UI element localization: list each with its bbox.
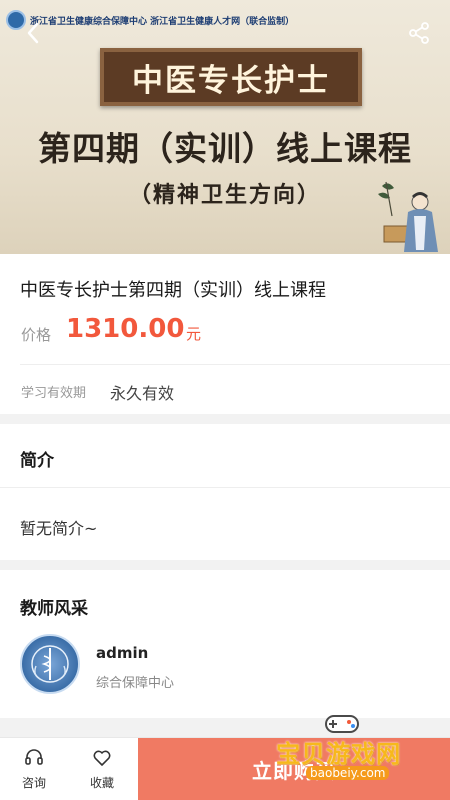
course-banner: 浙江省卫生健康综合保障中心 浙江省卫生健康人才网（联合监制） 中医专长护士 第四… — [0, 0, 450, 254]
org-text: 浙江省卫生健康综合保障中心 浙江省卫生健康人才网（联合监制） — [30, 16, 295, 27]
course-title: 中医专长护士第四期（实训）线上课程 — [20, 280, 326, 301]
teacher-name[interactable]: admin — [96, 644, 148, 662]
consult-button[interactable]: 咨询 — [0, 738, 68, 800]
scholar-illustration — [378, 181, 438, 252]
divider — [20, 364, 450, 365]
heart-icon — [93, 750, 111, 766]
org-strip: 浙江省卫生健康综合保障中心 浙江省卫生健康人才网（联合监制） — [6, 10, 294, 30]
validity-value: 永久有效 — [110, 384, 175, 403]
chevron-left-icon — [27, 22, 39, 44]
price-unit: 元 — [186, 325, 202, 343]
price-label: 价格 — [21, 326, 52, 344]
banner-headline: 第四期（实训）线上课程 — [38, 129, 412, 168]
org-logo — [6, 10, 26, 30]
intro-heading: 简介 — [20, 451, 54, 471]
banner-board-title: 中医专长护士 — [132, 62, 330, 99]
back-button[interactable] — [26, 22, 40, 49]
buy-now-button[interactable]: 立即购买 — [138, 738, 450, 800]
intro-section: 简介 暂无简介~ — [0, 424, 450, 560]
banner-title-board: 中医专长护士 — [100, 48, 362, 106]
teachers-heading: 教师风采 — [20, 599, 88, 619]
teachers-section: 教师风采 admin 综合保障中心 — [0, 570, 450, 718]
teacher-avatar[interactable] — [20, 634, 80, 694]
bottom-action-bar: 咨询 收藏 立即购买 — [0, 737, 450, 800]
headset-icon — [25, 749, 43, 765]
validity-label: 学习有效期 — [21, 386, 87, 401]
emblem-icon — [31, 645, 69, 683]
intro-text: 暂无简介~ — [20, 519, 98, 538]
favorite-button[interactable]: 收藏 — [68, 738, 136, 800]
buy-now-label: 立即购买 — [252, 759, 336, 783]
course-info-card: 中医专长护士第四期（实训）线上课程 价格 1310.00 元 学习有效期 永久有… — [0, 254, 450, 414]
favorite-label: 收藏 — [89, 776, 114, 790]
teacher-org: 综合保障中心 — [96, 676, 175, 691]
divider — [0, 487, 450, 488]
price-value: 1310.00 — [66, 314, 185, 344]
consult-label: 咨询 — [21, 776, 46, 790]
share-icon[interactable] — [408, 22, 430, 44]
